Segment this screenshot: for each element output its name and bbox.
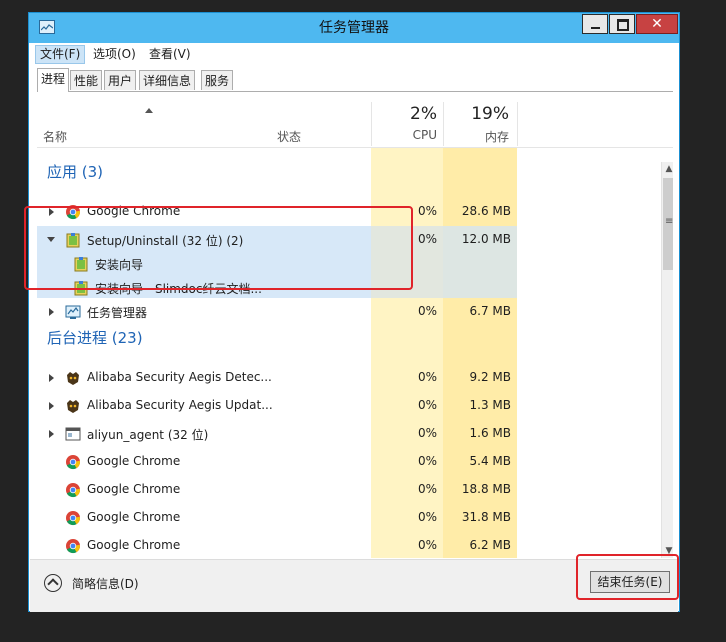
process-memory: 6.2 MB bbox=[469, 538, 511, 552]
minimize-button[interactable] bbox=[582, 14, 608, 34]
cpu-total-percent[interactable]: 2% bbox=[371, 104, 437, 124]
menu-options[interactable]: 选项(O) bbox=[89, 45, 140, 64]
tab-services[interactable]: 服务 bbox=[201, 70, 234, 90]
chrome-icon bbox=[65, 538, 81, 554]
process-name: Alibaba Security Aegis Detec... bbox=[87, 370, 272, 384]
process-memory: 12.0 MB bbox=[461, 232, 511, 246]
process-cpu: 0% bbox=[417, 370, 437, 384]
process-memory: 18.8 MB bbox=[461, 482, 511, 496]
expand-arrow-icon[interactable] bbox=[49, 374, 54, 382]
process-row[interactable]: Google Chrome 0% 5.4 MB bbox=[37, 448, 661, 476]
column-header-status[interactable]: 状态 bbox=[277, 128, 301, 145]
scroll-up-icon[interactable]: ▲ bbox=[662, 162, 673, 176]
process-row[interactable]: aliyun_agent (32 位) 0% 1.6 MB bbox=[37, 420, 661, 448]
process-name: Google Chrome bbox=[87, 482, 181, 496]
chrome-icon bbox=[65, 510, 81, 526]
process-name: Google Chrome bbox=[87, 538, 181, 552]
taskmgr-icon bbox=[65, 304, 81, 320]
column-header-name[interactable]: 名称 bbox=[43, 128, 67, 145]
process-name: Alibaba Security Aegis Updat... bbox=[87, 398, 273, 412]
header-divider bbox=[37, 147, 673, 148]
group-background-title: 后台进程 (23) bbox=[47, 329, 143, 347]
chevron-up-icon[interactable] bbox=[44, 574, 62, 592]
process-cpu: 0% bbox=[417, 398, 437, 412]
process-cpu: 0% bbox=[417, 304, 437, 318]
group-apps: 应用 (3) bbox=[37, 156, 661, 184]
window-icon bbox=[65, 426, 81, 442]
chrome-icon bbox=[65, 454, 81, 470]
process-memory: 9.2 MB bbox=[469, 370, 511, 384]
fewer-details-link[interactable]: 简略信息(D) bbox=[72, 575, 139, 592]
process-name: 任务管理器 bbox=[87, 306, 148, 320]
chrome-icon bbox=[65, 482, 81, 498]
column-header-memory[interactable]: 内存 bbox=[443, 128, 509, 145]
process-cpu: 0% bbox=[417, 538, 437, 552]
process-row[interactable]: Google Chrome 0% 18.8 MB bbox=[37, 476, 661, 504]
process-name: aliyun_agent (32 位) bbox=[87, 428, 209, 442]
process-row[interactable]: Google Chrome 0% 6.2 MB bbox=[37, 532, 661, 558]
expand-arrow-icon[interactable] bbox=[49, 402, 54, 410]
expand-arrow-icon[interactable] bbox=[49, 430, 54, 438]
group-apps-title: 应用 (3) bbox=[47, 163, 104, 181]
aegis-icon bbox=[65, 398, 81, 414]
process-row[interactable]: Google Chrome 0% 31.8 MB bbox=[37, 504, 661, 532]
process-cpu: 0% bbox=[417, 426, 437, 440]
scrollbar-thumb[interactable] bbox=[663, 178, 673, 270]
process-memory: 6.7 MB bbox=[469, 304, 511, 318]
column-header-cpu[interactable]: CPU bbox=[371, 128, 437, 142]
menu-file[interactable]: 文件(F) bbox=[35, 45, 86, 64]
process-memory: 31.8 MB bbox=[461, 510, 511, 524]
process-cpu: 0% bbox=[417, 510, 437, 524]
close-button[interactable]: ✕ bbox=[636, 14, 678, 34]
tab-performance[interactable]: 性能 bbox=[70, 70, 103, 90]
process-list-panel: 名称 状态 2% CPU 19% 内存 应用 (3) Google Chrome… bbox=[37, 92, 673, 558]
highlight-callout bbox=[576, 554, 679, 600]
maximize-button[interactable] bbox=[609, 14, 635, 34]
sort-ascending-icon bbox=[145, 108, 153, 113]
column-header: 名称 状态 2% CPU 19% 内存 bbox=[37, 102, 673, 146]
memory-total-percent[interactable]: 19% bbox=[443, 104, 509, 124]
process-memory: 5.4 MB bbox=[469, 454, 511, 468]
close-icon: ✕ bbox=[651, 16, 663, 32]
process-memory: 1.6 MB bbox=[469, 426, 511, 440]
process-cpu: 0% bbox=[417, 482, 437, 496]
aegis-icon bbox=[65, 370, 81, 386]
process-row[interactable]: Alibaba Security Aegis Updat... 0% 1.3 M… bbox=[37, 392, 661, 420]
menu-view[interactable]: 查看(V) bbox=[145, 45, 195, 64]
process-memory: 1.3 MB bbox=[469, 398, 511, 412]
expand-arrow-icon[interactable] bbox=[49, 308, 54, 316]
process-name: Google Chrome bbox=[87, 454, 181, 468]
task-manager-window: 任务管理器 ✕ 文件(F) 选项(O) 查看(V) 进程 性能 用户 详细信息 … bbox=[28, 12, 680, 612]
vertical-scrollbar[interactable]: ▲ ▼ bbox=[661, 162, 673, 558]
group-background: 后台进程 (23) bbox=[37, 322, 661, 350]
process-memory: 28.6 MB bbox=[461, 204, 511, 218]
tab-processes[interactable]: 进程 bbox=[37, 68, 70, 92]
title-bar[interactable]: 任务管理器 ✕ bbox=[29, 13, 679, 43]
tab-details[interactable]: 详细信息 bbox=[139, 70, 196, 90]
highlight-callout bbox=[24, 206, 413, 290]
process-row[interactable]: Alibaba Security Aegis Detec... 0% 9.2 M… bbox=[37, 364, 661, 392]
process-name: Google Chrome bbox=[87, 510, 181, 524]
column-separator bbox=[517, 102, 518, 146]
tab-users[interactable]: 用户 bbox=[104, 70, 137, 90]
process-cpu: 0% bbox=[417, 454, 437, 468]
